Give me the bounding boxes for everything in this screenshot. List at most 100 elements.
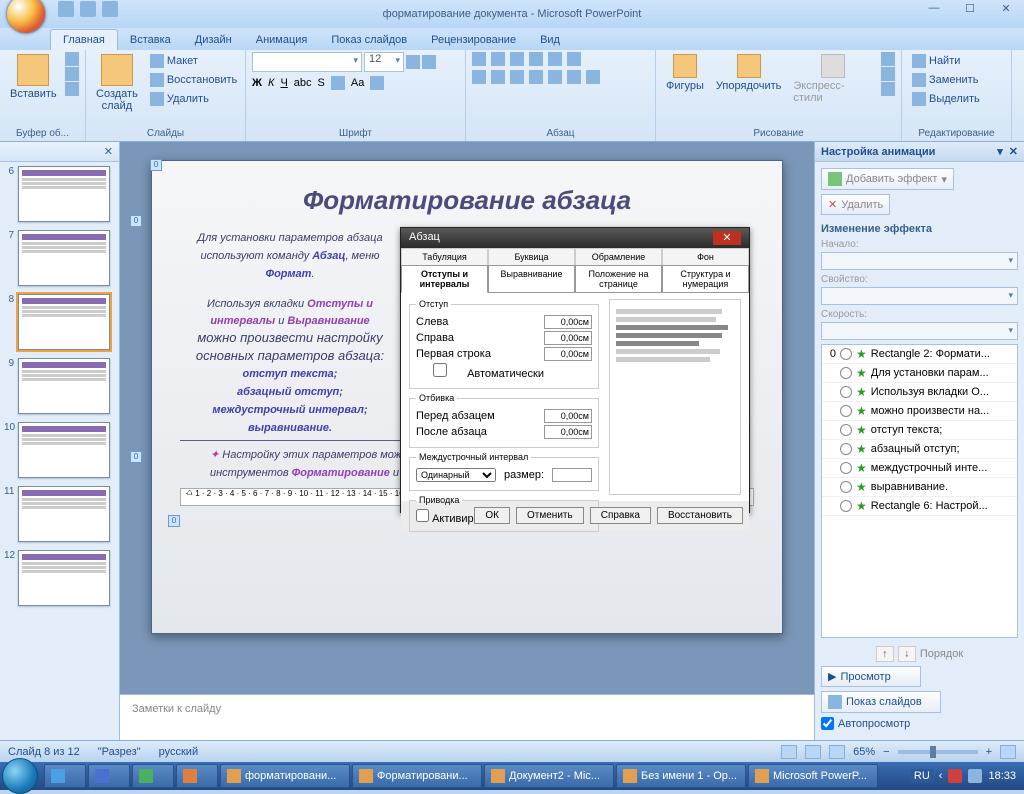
normal-view-button[interactable] bbox=[781, 745, 797, 759]
slideshow-view-button[interactable] bbox=[829, 745, 845, 759]
slide-thumbnail-7[interactable] bbox=[18, 230, 110, 286]
anim-item-4[interactable]: ★отступ текста; bbox=[822, 421, 1017, 440]
tab-review[interactable]: Рецензирование bbox=[419, 30, 528, 50]
select-button[interactable]: Выделить bbox=[908, 90, 984, 108]
shapes-button[interactable]: Фигуры bbox=[662, 52, 708, 94]
dialog-ok-button[interactable]: ОК bbox=[474, 507, 510, 524]
paste-button[interactable]: Вставить bbox=[6, 52, 61, 102]
dlg-tab-numbering[interactable]: Структура и нумерация bbox=[662, 265, 749, 293]
slide-thumbnail-9[interactable] bbox=[18, 358, 110, 414]
align-text-icon[interactable] bbox=[567, 70, 581, 84]
font-color-icon[interactable] bbox=[370, 76, 384, 90]
shape-fill-icon[interactable] bbox=[881, 52, 895, 66]
dlg-tab-border[interactable]: Обрамление bbox=[575, 248, 662, 265]
smartart-icon[interactable] bbox=[586, 70, 600, 84]
start-dropdown[interactable] bbox=[821, 252, 1018, 270]
slide-thumbnail-11[interactable] bbox=[18, 486, 110, 542]
copy-icon[interactable] bbox=[65, 67, 79, 81]
format-painter-icon[interactable] bbox=[65, 82, 79, 96]
shrink-font-icon[interactable] bbox=[422, 55, 436, 69]
bullets-icon[interactable] bbox=[472, 52, 486, 66]
underline-button[interactable]: Ч bbox=[280, 77, 287, 89]
zoom-out-button[interactable]: − bbox=[883, 746, 889, 758]
indent-right-input[interactable] bbox=[544, 331, 592, 345]
indent-inc-icon[interactable] bbox=[529, 52, 543, 66]
anim-item-5[interactable]: ★абзацный отступ; bbox=[822, 440, 1017, 459]
tray-icon-1[interactable] bbox=[948, 769, 962, 783]
notes-pane[interactable]: Заметки к слайду bbox=[120, 694, 814, 740]
dlg-tab-bg[interactable]: Фон bbox=[662, 248, 749, 265]
animation-list[interactable]: 0★Rectangle 2: Формати...★Для установки … bbox=[821, 344, 1018, 638]
dialog-reset-button[interactable]: Восстановить bbox=[657, 507, 743, 524]
columns-icon[interactable] bbox=[548, 70, 562, 84]
quick-styles-button[interactable]: Экспресс-стили bbox=[789, 52, 877, 106]
dlg-tab-position[interactable]: Положение на странице bbox=[575, 265, 662, 293]
tab-design[interactable]: Дизайн bbox=[183, 30, 244, 50]
tray-expand-icon[interactable]: ‹ bbox=[939, 770, 943, 782]
minimize-button[interactable]: — bbox=[922, 2, 946, 20]
space-after-input[interactable] bbox=[544, 425, 592, 439]
dlg-tab-dropcap[interactable]: Буквица bbox=[488, 248, 575, 265]
tab-slideshow[interactable]: Показ слайдов bbox=[319, 30, 419, 50]
speed-dropdown[interactable] bbox=[821, 322, 1018, 340]
undo-icon[interactable] bbox=[80, 1, 96, 17]
thumbnails-close-icon[interactable]: ✕ bbox=[104, 145, 113, 158]
fit-to-window-button[interactable] bbox=[1000, 745, 1016, 759]
tray-icon-2[interactable] bbox=[968, 769, 982, 783]
dlg-tab-tabulation[interactable]: Табуляция bbox=[401, 248, 488, 265]
reset-button[interactable]: Восстановить bbox=[146, 71, 241, 89]
justify-icon[interactable] bbox=[529, 70, 543, 84]
shadow-button[interactable]: S bbox=[318, 77, 325, 89]
slide-thumbnail-8[interactable] bbox=[18, 294, 110, 350]
remove-effect-button[interactable]: ✕ Удалить bbox=[821, 194, 890, 215]
slide-thumbnail-6[interactable] bbox=[18, 166, 110, 222]
zoom-in-button[interactable]: + bbox=[986, 746, 992, 758]
tab-animation[interactable]: Анимация bbox=[244, 30, 320, 50]
zoom-level[interactable]: 65% bbox=[853, 746, 875, 758]
line-mode-select[interactable]: Одинарный bbox=[416, 468, 496, 482]
save-icon[interactable] bbox=[58, 1, 74, 17]
align-center-icon[interactable] bbox=[491, 70, 505, 84]
slideshow-button[interactable]: Показ слайдов bbox=[821, 691, 941, 713]
shape-outline-icon[interactable] bbox=[881, 67, 895, 81]
align-left-icon[interactable] bbox=[472, 70, 486, 84]
reorder-up-button[interactable]: 🠕 bbox=[876, 646, 894, 662]
property-dropdown[interactable] bbox=[821, 287, 1018, 305]
dialog-cancel-button[interactable]: Отменить bbox=[516, 507, 584, 524]
anim-item-7[interactable]: ★выравнивание. bbox=[822, 478, 1017, 497]
add-effect-button[interactable]: Добавить эффект ▾ bbox=[821, 168, 954, 190]
start-button[interactable] bbox=[2, 758, 38, 794]
arrange-button[interactable]: Упорядочить bbox=[712, 52, 785, 94]
anim-item-2[interactable]: ★Используя вкладки О... bbox=[822, 383, 1017, 402]
replace-button[interactable]: Заменить bbox=[908, 71, 982, 89]
shape-effects-icon[interactable] bbox=[881, 82, 895, 96]
lang-indicator[interactable]: RU bbox=[911, 769, 933, 783]
italic-button[interactable]: К bbox=[268, 77, 274, 89]
reorder-down-button[interactable]: 🠗 bbox=[898, 646, 916, 662]
dlg-tab-align[interactable]: Выравнивание bbox=[488, 265, 575, 293]
change-case-button[interactable]: Aa bbox=[351, 77, 364, 89]
anim-item-0[interactable]: 0★Rectangle 2: Формати... bbox=[822, 345, 1017, 364]
slide-thumbnail-12[interactable] bbox=[18, 550, 110, 606]
find-button[interactable]: Найти bbox=[908, 52, 964, 70]
tab-view[interactable]: Вид bbox=[528, 30, 572, 50]
tab-insert[interactable]: Вставка bbox=[118, 30, 183, 50]
tab-home[interactable]: Главная bbox=[50, 29, 118, 50]
maximize-button[interactable]: ☐ bbox=[958, 2, 982, 20]
anim-item-6[interactable]: ★междустрочный инте... bbox=[822, 459, 1017, 478]
anim-pane-dropdown-icon[interactable]: ▾ bbox=[997, 146, 1003, 158]
preview-button[interactable]: ▶ Просмотр bbox=[821, 666, 921, 687]
font-size-dropdown[interactable]: 12 bbox=[364, 52, 404, 72]
indent-left-input[interactable] bbox=[544, 315, 592, 329]
dialog-close-icon[interactable]: ✕ bbox=[713, 231, 741, 245]
new-slide-button[interactable]: Создать слайд bbox=[92, 52, 142, 114]
indent-auto-checkbox[interactable] bbox=[416, 363, 464, 377]
cut-icon[interactable] bbox=[65, 52, 79, 66]
sorter-view-button[interactable] bbox=[805, 745, 821, 759]
anim-pane-close-icon[interactable]: ✕ bbox=[1009, 146, 1018, 158]
numbering-icon[interactable] bbox=[491, 52, 505, 66]
font-family-dropdown[interactable] bbox=[252, 52, 362, 72]
dlg-tab-indent[interactable]: Отступы и интервалы bbox=[401, 265, 488, 293]
delete-slide-button[interactable]: Удалить bbox=[146, 90, 241, 108]
slide-canvas[interactable]: 0 0 0 0 Форматирование абзаца Для устано… bbox=[151, 160, 783, 634]
